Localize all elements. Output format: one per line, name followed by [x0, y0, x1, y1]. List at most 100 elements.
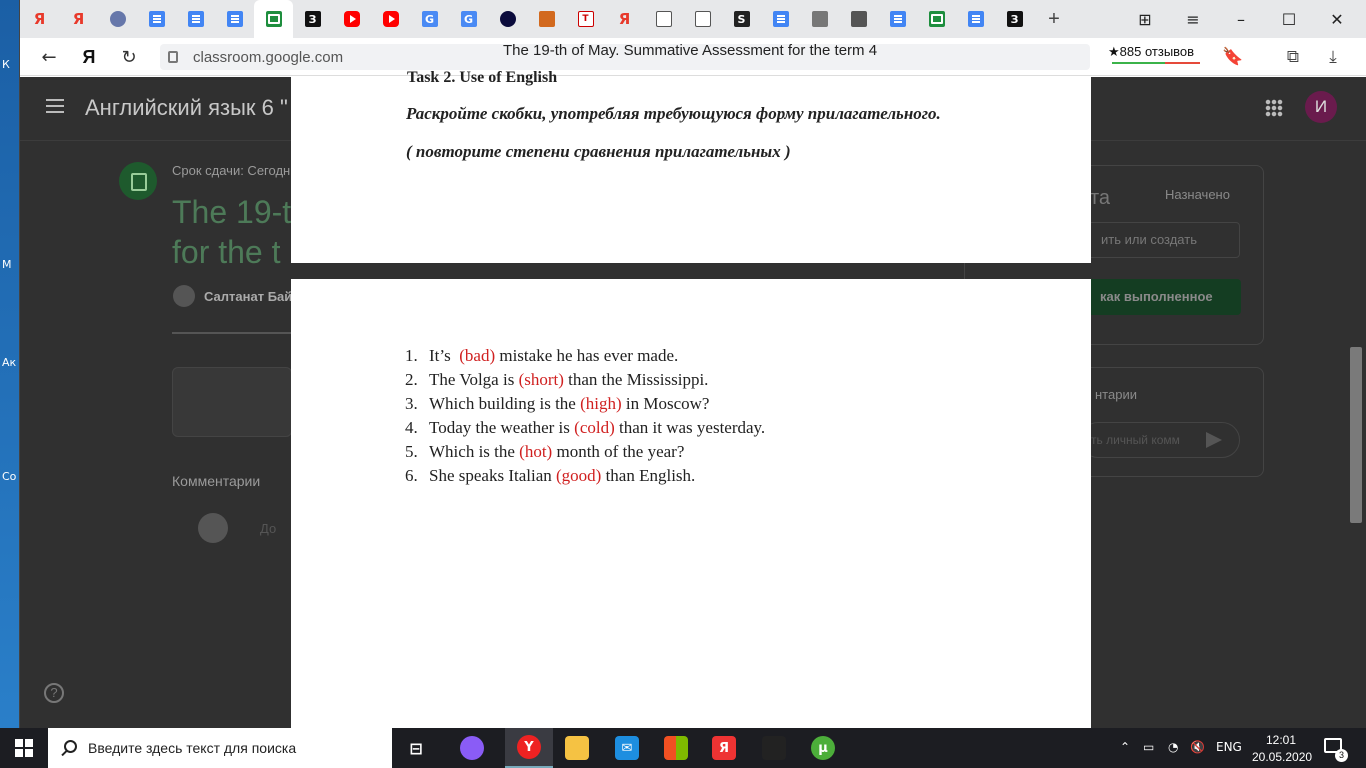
google-docs-icon [226, 11, 243, 27]
instruction-text: Раскройте скобки, употребляя требующуюся… [406, 104, 941, 123]
close-button[interactable]: ✕ [1313, 0, 1361, 38]
browser-tab[interactable] [956, 0, 995, 38]
browser-tab[interactable] [527, 0, 566, 38]
search-input[interactable]: Введите здесь текст для поиска [48, 728, 392, 768]
avatar[interactable]: И [1305, 91, 1337, 123]
volume-muted-icon[interactable]: 🔇 [1190, 740, 1205, 754]
browser-tab[interactable]: Я [20, 0, 59, 38]
z-icon: З [1006, 11, 1023, 27]
utorrent-button[interactable]: µ [799, 728, 847, 768]
browser-tab[interactable] [644, 0, 683, 38]
browser-tab[interactable]: З [995, 0, 1034, 38]
browser-tab[interactable] [878, 0, 917, 38]
apps-grid-icon[interactable] [1265, 99, 1283, 117]
alice-button[interactable] [448, 728, 496, 768]
yandex-button[interactable]: Я [700, 728, 748, 768]
browser-tab[interactable] [800, 0, 839, 38]
browser-tab[interactable] [488, 0, 527, 38]
lock-icon[interactable] [168, 51, 178, 63]
google-docs-icon [967, 11, 984, 27]
browser-tab[interactable] [917, 0, 956, 38]
browser-tab[interactable] [683, 0, 722, 38]
download-icon[interactable]: ⤓ [1322, 46, 1344, 68]
chevron-up-icon[interactable]: ⌃ [1120, 740, 1130, 754]
address-bar: ← Я ↻ classroom.google.com The 19-th of … [20, 38, 1366, 76]
menu-icon[interactable] [46, 99, 64, 101]
file-explorer-button[interactable] [553, 728, 601, 768]
desktop-icon-label[interactable]: М [2, 258, 12, 271]
app-icon [762, 736, 786, 760]
browser-tab[interactable] [761, 0, 800, 38]
document-page: Task 2. Use of English Раскройте скобки,… [291, 69, 1091, 263]
desktop-icon-label[interactable]: Со [2, 470, 16, 483]
browser-tab[interactable] [839, 0, 878, 38]
planet-icon [499, 11, 516, 27]
folder-icon [565, 736, 589, 760]
yandex-browser-button[interactable]: Y [505, 728, 553, 768]
site-icon [538, 11, 555, 27]
browser-tab[interactable]: G [449, 0, 488, 38]
browser-tab[interactable]: G [410, 0, 449, 38]
browser-tab[interactable]: Т [566, 0, 605, 38]
battery-icon[interactable]: ▭ [1143, 740, 1154, 754]
mail-button[interactable]: ✉ [603, 728, 651, 768]
browser-tab[interactable] [176, 0, 215, 38]
sentence-text: It’s [429, 346, 460, 365]
contacts-icon [187, 11, 204, 27]
desktop-icon-label[interactable]: Ак [2, 356, 16, 369]
comment-input[interactable]: До [260, 521, 276, 536]
minimize-button[interactable]: – [1217, 0, 1265, 38]
exercise-item: 5. Which is the (hot) month of the year? [405, 440, 765, 464]
z-icon: З [304, 11, 321, 27]
browser-tab[interactable] [371, 0, 410, 38]
maximize-button[interactable]: ☐ [1265, 0, 1313, 38]
browser-tab[interactable] [254, 0, 293, 38]
store-button[interactable] [652, 728, 700, 768]
exercise-item: 3. Which building is the (high) in Moscow… [405, 392, 765, 416]
language-indicator[interactable]: ENG [1216, 740, 1242, 754]
browser-tab[interactable]: S [722, 0, 761, 38]
yandex-icon: Я [72, 10, 85, 28]
google-classroom-icon [265, 11, 282, 27]
sentence-text: She speaks Italian [429, 466, 556, 485]
menu-icon[interactable]: ≡ [1169, 0, 1217, 38]
help-icon[interactable]: ? [44, 683, 64, 703]
pin-tabs-icon[interactable]: ⊞ [1121, 0, 1169, 38]
url-text: classroom.google.com [193, 49, 344, 66]
google-translate-icon: G [421, 11, 438, 27]
browser-tab[interactable] [137, 0, 176, 38]
browser-tab[interactable]: Я [59, 0, 98, 38]
browser-tab[interactable] [215, 0, 254, 38]
browser-tab[interactable] [98, 0, 137, 38]
task-view-button[interactable]: ⊟ [392, 728, 440, 768]
author-name: Салтанат Бай [204, 289, 293, 304]
extensions-icon[interactable]: ⧉ [1282, 46, 1304, 68]
adjective-prompt: (bad) [459, 346, 496, 365]
browser-tab[interactable]: З [293, 0, 332, 38]
browser-tab[interactable] [332, 0, 371, 38]
course-title[interactable]: Английский язык 6 " [85, 95, 288, 121]
reviews-badge[interactable]: ★885 отзывов [1108, 44, 1194, 60]
yandex-home-button[interactable]: Я [76, 45, 102, 69]
adjective-prompt: (hot) [519, 442, 553, 461]
attachment-card[interactable] [172, 367, 292, 437]
reload-button[interactable]: ↻ [116, 45, 142, 69]
clock-time[interactable]: 12:01 [1266, 733, 1296, 747]
adjective-prompt: (good) [556, 466, 602, 485]
bookmark-icon[interactable]: 🔖 [1222, 46, 1244, 68]
add-or-create-button[interactable]: ить или создать [1080, 222, 1240, 258]
send-icon[interactable] [1206, 432, 1222, 448]
mark-done-button[interactable]: как выполненное [1080, 279, 1241, 315]
yandex-icon: Я [618, 10, 631, 28]
clock-date[interactable]: 20.05.2020 [1252, 750, 1312, 764]
desktop-icon-label[interactable]: К [2, 58, 10, 71]
start-button[interactable] [0, 728, 48, 768]
new-tab-button[interactable]: + [1034, 8, 1074, 31]
wifi-icon[interactable]: ◔ [1168, 740, 1178, 754]
divider [172, 332, 292, 334]
youtube-icon [343, 11, 360, 27]
back-button[interactable]: ← [36, 45, 62, 69]
scrollbar[interactable] [1350, 347, 1362, 523]
app-button[interactable] [750, 728, 798, 768]
browser-tab[interactable]: Я [605, 0, 644, 38]
